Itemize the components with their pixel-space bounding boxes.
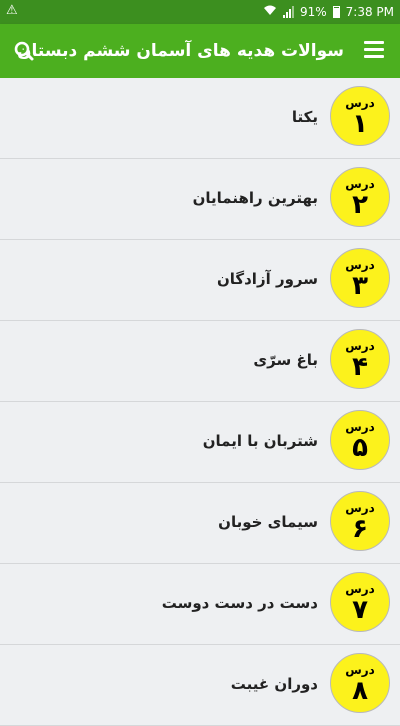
lesson-row-7[interactable]: درس ۷ دست در دست دوست bbox=[0, 564, 400, 645]
lesson-title: دوران غیبت bbox=[230, 675, 318, 693]
lesson-title: باغ سرّی bbox=[253, 351, 318, 369]
lesson-row-3[interactable]: درس ۳ سرور آزادگان bbox=[0, 240, 400, 321]
lesson-title: یکتا bbox=[291, 108, 318, 126]
lesson-number: ۷ bbox=[352, 595, 368, 625]
lesson-row-5[interactable]: درس ۵ شتربان با ایمان bbox=[0, 402, 400, 483]
status-bar: ⚠ 91% 7:38 PM bbox=[0, 0, 400, 24]
warning-icon: ⚠ bbox=[6, 3, 18, 18]
lesson-badge: درس ۲ bbox=[330, 167, 390, 227]
app-title: سوالات هدیه های آسمان ششم دبستان bbox=[16, 41, 344, 61]
lesson-title: سیمای خوبان bbox=[218, 513, 318, 531]
lesson-row-8[interactable]: درس ۸ دوران غیبت bbox=[0, 645, 400, 726]
lesson-number: ۵ bbox=[352, 433, 368, 463]
app-bar: سوالات هدیه های آسمان ششم دبستان bbox=[0, 24, 400, 78]
wifi-icon bbox=[263, 4, 277, 19]
lesson-badge: درس ۶ bbox=[330, 491, 390, 551]
signal-icon bbox=[282, 5, 294, 18]
battery-percent: 91% bbox=[299, 4, 327, 19]
lesson-title: دست در دست دوست bbox=[161, 594, 318, 612]
lesson-badge: درس ۳ bbox=[330, 248, 390, 308]
lesson-badge: درس ۸ bbox=[330, 653, 390, 713]
menu-icon[interactable] bbox=[364, 41, 384, 61]
badge-label: درس bbox=[345, 258, 375, 272]
status-icons: 91% 7:38 PM bbox=[263, 4, 394, 19]
lesson-number: ۸ bbox=[352, 676, 368, 706]
badge-label: درس bbox=[345, 96, 375, 110]
badge-label: درس bbox=[345, 582, 375, 596]
lesson-number: ۶ bbox=[352, 514, 368, 544]
lesson-title: بهترین راهنمایان bbox=[192, 189, 318, 207]
badge-label: درس bbox=[345, 339, 375, 353]
clock: 7:38 PM bbox=[345, 4, 394, 19]
badge-label: درس bbox=[345, 420, 375, 434]
lesson-row-4[interactable]: درس ۴ باغ سرّی bbox=[0, 321, 400, 402]
lesson-list: درس ۱ یکتا درس ۲ بهترین راهنمایان درس ۳ … bbox=[0, 78, 400, 726]
lesson-row-6[interactable]: درس ۶ سیمای خوبان bbox=[0, 483, 400, 564]
battery-icon bbox=[332, 5, 340, 18]
lesson-number: ۲ bbox=[352, 190, 368, 220]
lesson-title: سرور آزادگان bbox=[216, 270, 318, 288]
lesson-row-1[interactable]: درس ۱ یکتا bbox=[0, 78, 400, 159]
badge-label: درس bbox=[345, 177, 375, 191]
lesson-number: ۴ bbox=[352, 352, 368, 382]
lesson-number: ۳ bbox=[352, 271, 368, 301]
lesson-badge: درس ۱ bbox=[330, 86, 390, 146]
lesson-row-2[interactable]: درس ۲ بهترین راهنمایان bbox=[0, 159, 400, 240]
lesson-badge: درس ۵ bbox=[330, 410, 390, 470]
lesson-badge: درس ۷ bbox=[330, 572, 390, 632]
lesson-number: ۱ bbox=[352, 109, 368, 139]
badge-label: درس bbox=[345, 663, 375, 677]
lesson-badge: درس ۴ bbox=[330, 329, 390, 389]
lesson-title: شتربان با ایمان bbox=[202, 432, 318, 450]
badge-label: درس bbox=[345, 501, 375, 515]
